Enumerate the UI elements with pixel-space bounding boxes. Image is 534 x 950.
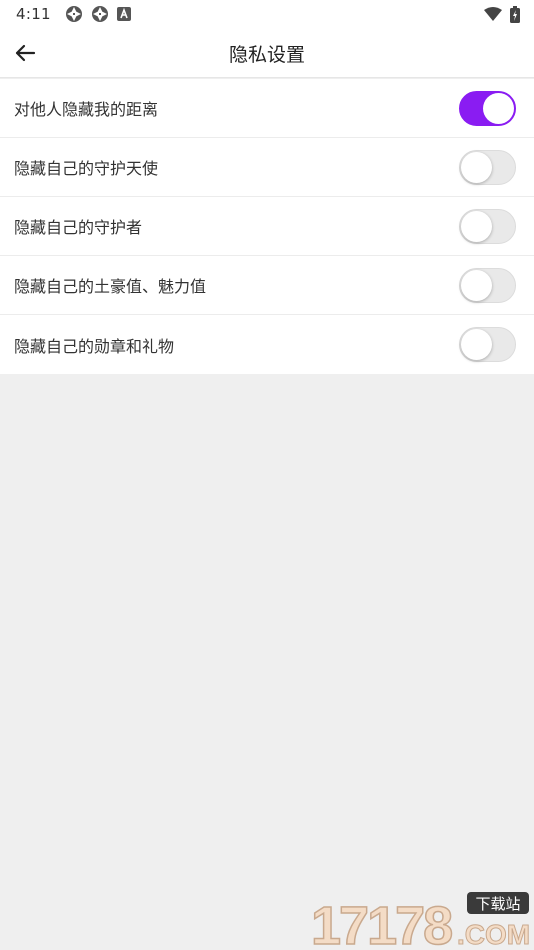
setting-label: 隐藏自己的守护者	[14, 218, 143, 237]
setting-row-hide-wealth-charm: 隐藏自己的土豪值、魅力值	[0, 256, 534, 315]
hide-medals-gifts-toggle[interactable]	[459, 327, 516, 362]
arrow-left-icon	[15, 44, 36, 62]
aperture-icon	[65, 6, 82, 22]
toggle-knob	[461, 329, 492, 360]
a-box-icon	[116, 7, 131, 21]
toggle-knob	[461, 269, 492, 301]
setting-label: 对他人隐藏我的距离	[14, 100, 159, 119]
status-bar: 4:11	[0, 0, 534, 28]
watermark-domain: .COM	[457, 919, 530, 948]
setting-label: 隐藏自己的勋章和礼物	[14, 336, 175, 356]
status-time: 4:11	[16, 5, 51, 23]
setting-row-hide-distance: 对他人隐藏我的距离	[0, 79, 534, 138]
back-button[interactable]	[8, 36, 42, 70]
toggle-knob	[483, 92, 514, 124]
setting-row-hide-guardian-angel: 隐藏自己的守护天使	[0, 138, 534, 197]
wifi-icon	[484, 7, 502, 21]
hide-guardian-angel-toggle[interactable]	[459, 149, 516, 185]
hide-guardian-toggle[interactable]	[459, 208, 516, 244]
page-title: 隐私设置	[228, 43, 305, 66]
hide-wealth-charm-toggle[interactable]	[459, 267, 516, 303]
aperture-icon	[91, 6, 108, 22]
hide-distance-toggle[interactable]	[459, 90, 516, 126]
status-system-icons	[484, 5, 520, 23]
watermark-tag: 下载站	[475, 895, 520, 913]
status-notification-icons	[65, 5, 131, 23]
watermark-number: 17178	[311, 896, 452, 948]
setting-label: 隐藏自己的守护天使	[14, 159, 159, 178]
setting-row-hide-guardian: 隐藏自己的守护者	[0, 197, 534, 256]
toggle-knob	[461, 151, 492, 183]
battery-charging-icon	[510, 5, 520, 23]
setting-row-hide-medals-gifts: 隐藏自己的勋章和礼物	[0, 315, 534, 374]
app-bar: 隐私设置	[0, 28, 534, 78]
setting-label: 隐藏自己的土豪值、魅力值	[14, 277, 207, 296]
site-watermark-logo: 17178 下载站 .COM	[310, 892, 531, 948]
toggle-knob	[461, 210, 492, 242]
settings-list: 对他人隐藏我的距离 隐藏自己的守护天使 隐藏自己的守护者 隐藏自己的土豪值、魅力…	[0, 79, 534, 374]
